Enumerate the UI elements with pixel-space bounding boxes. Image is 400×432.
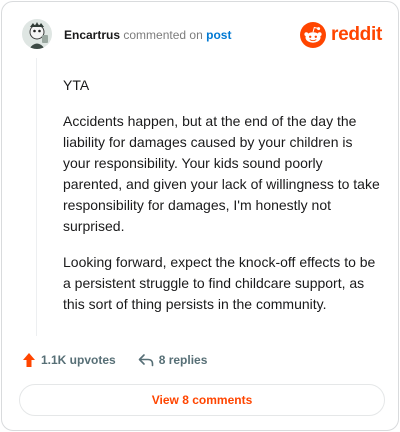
brand-wordmark: reddit (331, 24, 382, 45)
comment-header: Encartrus commented on post reddit (22, 19, 382, 53)
comment-meta: Encartrus commented on post (64, 28, 231, 42)
view-comments-button[interactable]: View 8 comments (19, 384, 385, 416)
replies-button[interactable]: 8 replies (138, 353, 208, 367)
comment-actions: 1.1K upvotes 8 replies (22, 350, 207, 370)
username-link[interactable]: Encartrus (64, 28, 120, 42)
post-link[interactable]: post (206, 28, 231, 42)
user-avatar-icon[interactable] (22, 19, 52, 49)
comment-paragraph: Looking forward, expect the knock-off ef… (63, 254, 376, 312)
upvote-count: 1.1K upvotes (41, 353, 116, 367)
reddit-logo[interactable]: reddit (300, 21, 382, 49)
comment-paragraph: Accidents happen, but at the end of the … (63, 113, 380, 234)
thread-line (36, 58, 37, 336)
action-text: commented on (123, 28, 203, 42)
reddit-snoo-icon (300, 22, 327, 48)
comment-card: Encartrus commented on post reddit YTA A… (1, 1, 399, 431)
replies-count: 8 replies (158, 353, 208, 367)
comment-paragraph: YTA (63, 77, 90, 93)
upvote-arrow-icon (23, 353, 35, 367)
comment-body: YTA Accidents happen, but at the end of … (63, 75, 381, 330)
reply-arrow-icon (138, 354, 154, 367)
upvote-button[interactable]: 1.1K upvotes (22, 352, 116, 368)
view-comments-label: View 8 comments (151, 393, 253, 407)
